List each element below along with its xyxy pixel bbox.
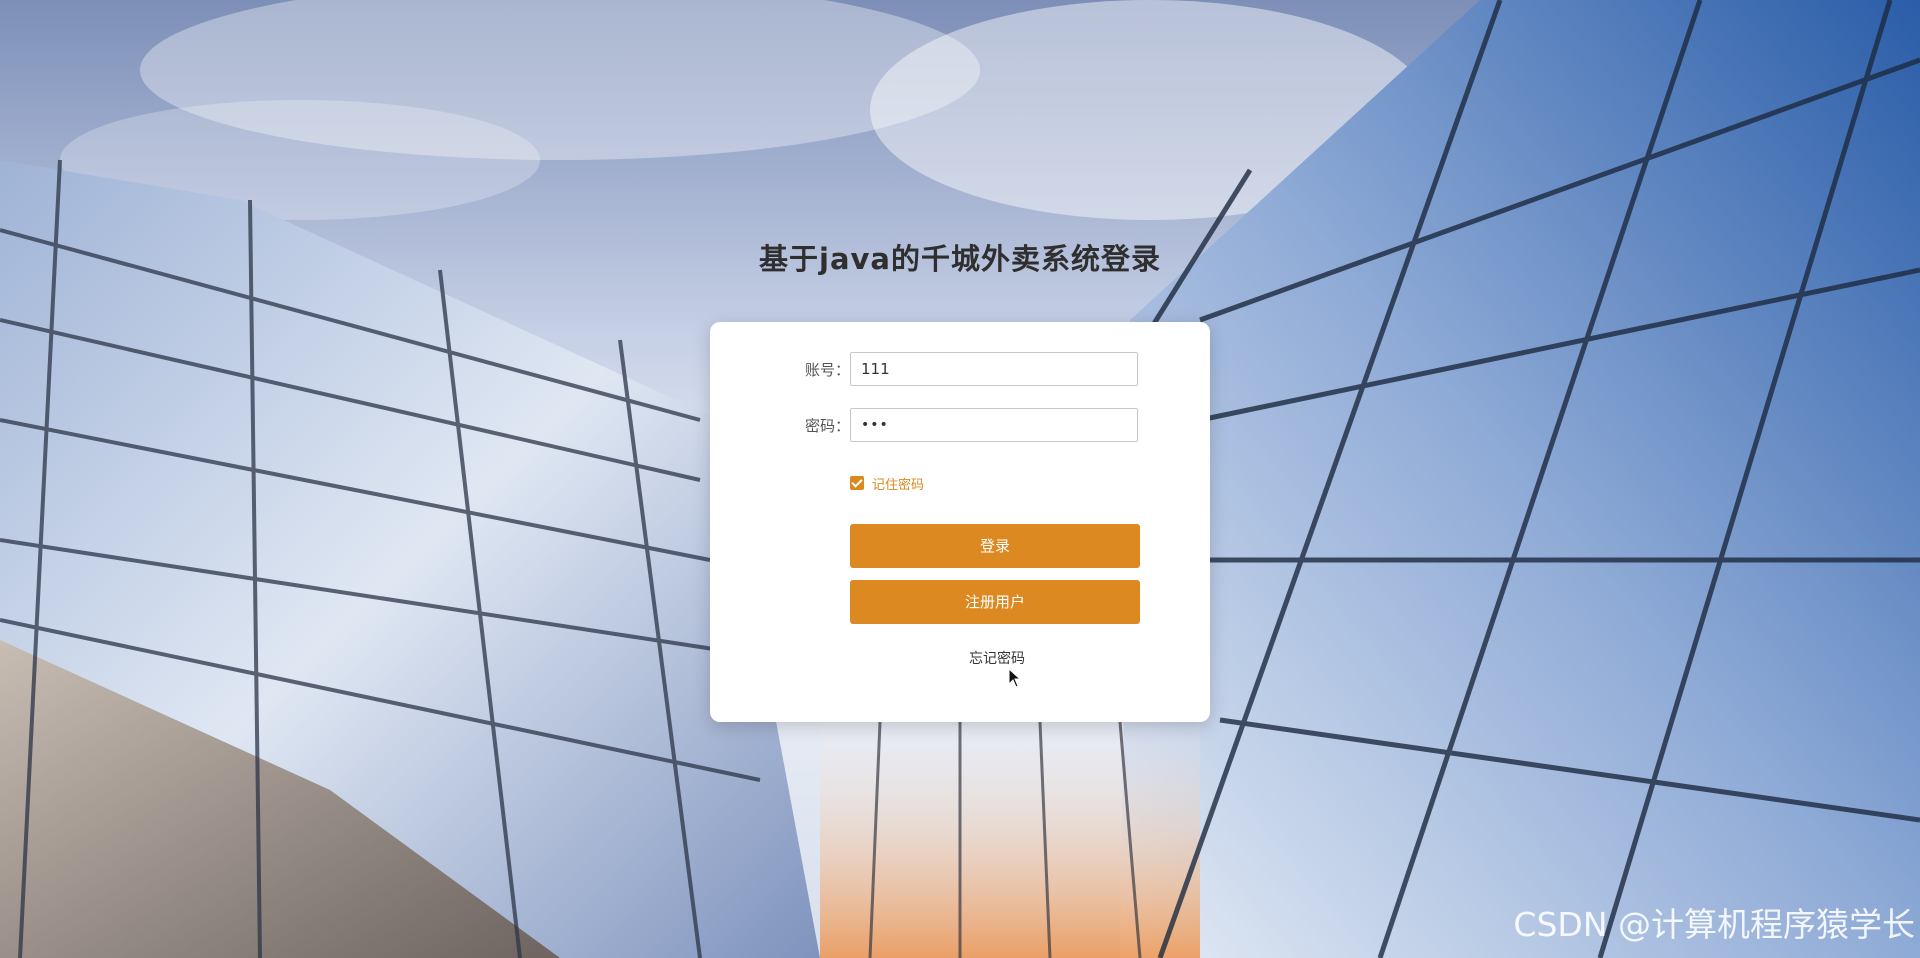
check-icon[interactable] <box>850 476 864 490</box>
account-input[interactable]: 111 <box>850 352 1138 386</box>
register-button[interactable]: 注册用户 <box>850 580 1140 624</box>
login-button[interactable]: 登录 <box>850 524 1140 568</box>
account-row: 账号： 111 <box>710 352 1210 388</box>
password-input[interactable]: ••• <box>850 408 1138 442</box>
page-title: 基于java的千城外卖系统登录 <box>759 242 1161 276</box>
password-label: 密码： <box>804 417 850 435</box>
remember-password-label[interactable]: 记住密码 <box>872 474 924 493</box>
login-card: 账号： 111 密码： ••• 记住密码 登录 注册用户 忘记密码 <box>710 322 1210 722</box>
account-label: 账号： <box>804 361 850 379</box>
watermark-text: CSDN @计算机程序猿学长 <box>1513 905 1915 944</box>
remember-password-option[interactable]: 记住密码 <box>850 474 924 493</box>
password-row: 密码： ••• <box>710 408 1210 444</box>
login-page: 基于java的千城外卖系统登录 账号： 111 密码： ••• 记住密码 登录 … <box>0 0 1920 958</box>
mouse-pointer-icon <box>1008 668 1022 688</box>
forgot-password-link[interactable]: 忘记密码 <box>710 648 1284 668</box>
